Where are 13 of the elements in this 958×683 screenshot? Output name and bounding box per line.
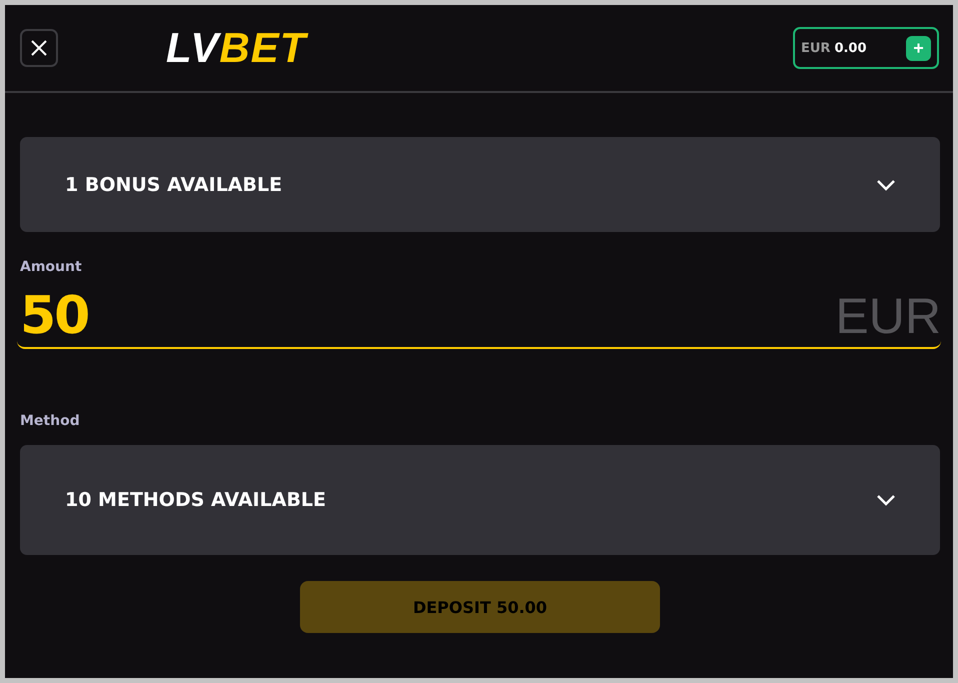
balance-amount: 0.00 <box>834 40 867 56</box>
chevron-icon <box>876 178 896 190</box>
balance-currency: EUR <box>801 40 830 56</box>
close-button[interactable] <box>20 29 58 67</box>
amount-currency: EUR <box>835 287 941 345</box>
logo: LVBET <box>166 24 306 72</box>
close-icon <box>30 39 48 57</box>
amount-label: Amount <box>20 259 83 275</box>
method-label: Method <box>20 413 81 429</box>
method-dropdown[interactable]: 10 METHODS AVAILABLE <box>20 445 940 555</box>
bonus-dropdown[interactable]: 1 BONUS AVAILABLE <box>20 137 940 232</box>
amount-field[interactable]: 50 EUR <box>17 285 941 349</box>
chevron-icon <box>876 494 896 506</box>
